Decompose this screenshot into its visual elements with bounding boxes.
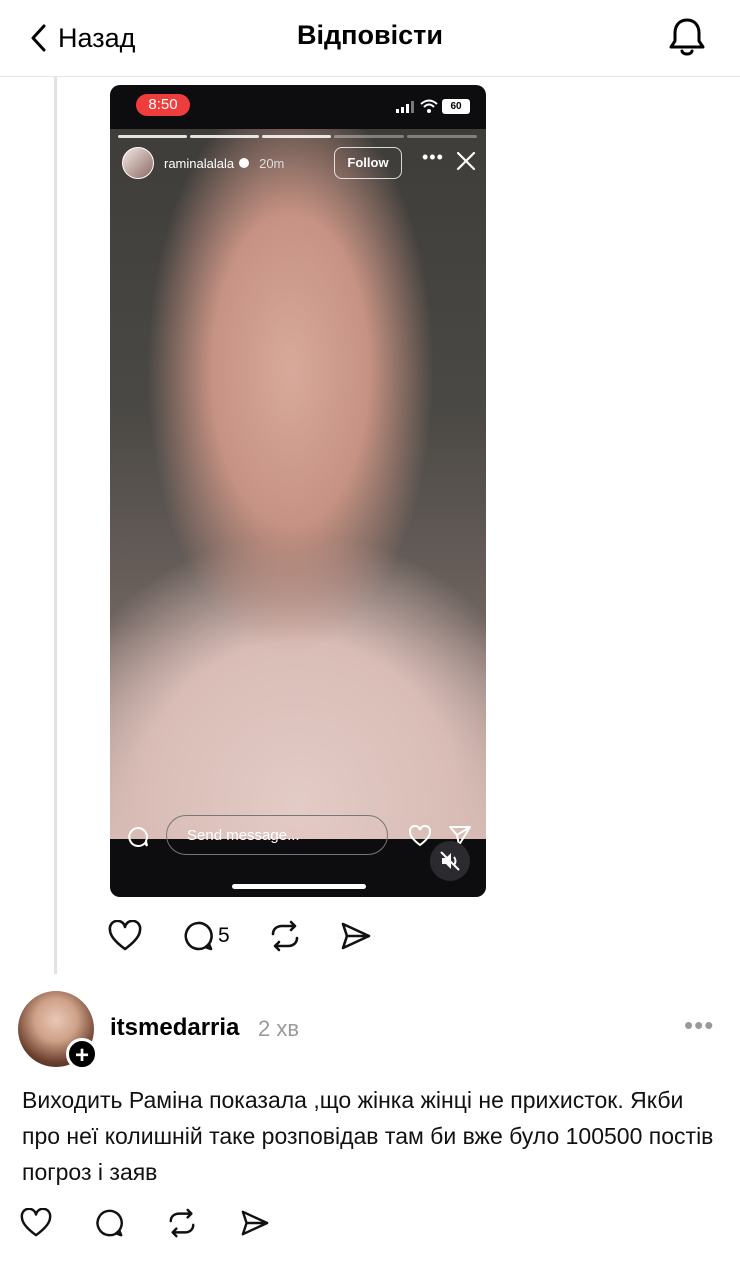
close-icon	[456, 151, 476, 171]
reply-timestamp: 2 хв	[258, 1016, 300, 1041]
verified-badge-icon	[239, 158, 250, 168]
story-video-frame: raminalalala 20m Follow •••	[110, 129, 486, 839]
reply-repost-button[interactable]	[166, 1208, 198, 1238]
story-user: raminalalala 20m	[122, 147, 284, 179]
story-screenshot-image[interactable]: 8:50 60 raminalalala 20m Follow ••• Send…	[110, 85, 486, 897]
bell-icon[interactable]	[668, 16, 706, 58]
like-button[interactable]	[108, 920, 142, 952]
repost-icon	[169, 1208, 195, 1238]
comment-icon	[96, 1209, 123, 1237]
story-progress	[118, 135, 477, 138]
reply-text: Виходить Раміна показала ,що жінка жінці…	[22, 1087, 714, 1185]
story-age: 20m	[259, 155, 285, 171]
signal-icon	[396, 101, 414, 113]
send-icon	[341, 922, 370, 950]
reply-like-button[interactable]	[20, 1208, 52, 1238]
status-time: 8:50	[136, 94, 190, 116]
follow-plus-button[interactable]: +	[66, 1038, 98, 1070]
top-bar: Назад Відповісти	[0, 0, 740, 77]
heart-icon	[20, 1208, 52, 1237]
mute-icon	[430, 841, 470, 881]
story-follow-button: Follow	[334, 147, 402, 179]
share-button[interactable]	[340, 921, 372, 951]
story-heart-icon	[408, 825, 432, 847]
heart-icon	[108, 920, 142, 951]
status-bar: 8:50 60	[110, 85, 486, 125]
thread-line	[54, 76, 57, 974]
page-title: Відповісти	[297, 20, 443, 50]
reply-share-button[interactable]	[240, 1209, 270, 1237]
home-indicator	[232, 884, 366, 889]
reply-count: 5	[218, 924, 230, 947]
wifi-icon	[420, 99, 438, 113]
send-icon	[241, 1210, 269, 1236]
more-dots-icon: •••	[422, 147, 444, 167]
reply-actions	[20, 1208, 270, 1238]
reply-button[interactable]: 5	[182, 920, 230, 952]
story-comment-icon	[128, 826, 148, 847]
post-actions: 5	[108, 920, 372, 952]
comment-icon	[184, 921, 213, 951]
story-message-field: Send message...	[166, 815, 388, 855]
repost-button[interactable]	[268, 920, 302, 952]
battery-indicator: 60	[442, 99, 470, 114]
repost-icon	[271, 920, 298, 952]
story-username: raminalalala	[164, 155, 235, 171]
reply-comment-button[interactable]	[94, 1208, 124, 1238]
story-avatar	[122, 147, 154, 179]
more-options-icon[interactable]: •••	[684, 1010, 714, 1041]
reply-username[interactable]: itsmedarria	[110, 1014, 239, 1042]
